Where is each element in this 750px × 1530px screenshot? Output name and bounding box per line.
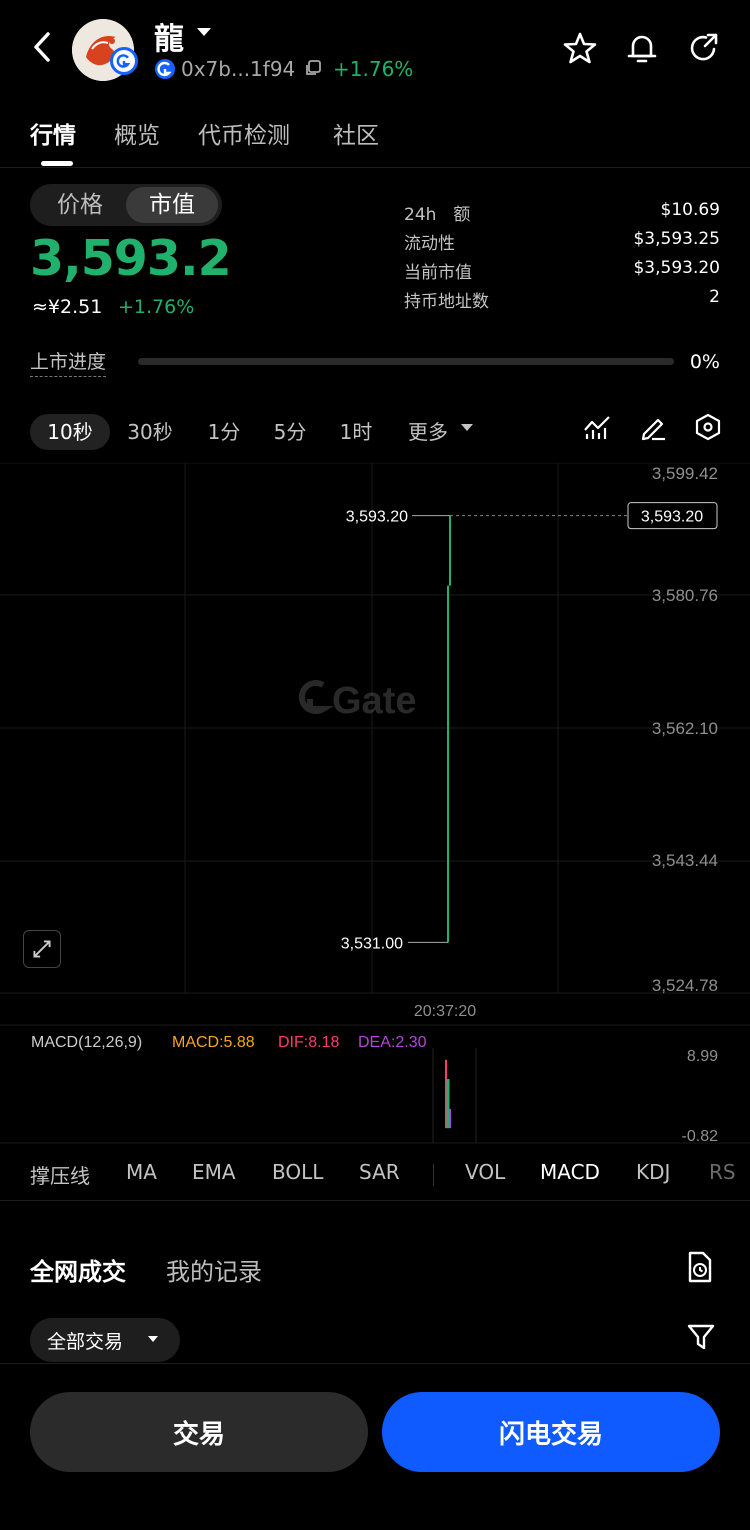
indicator-vol[interactable]: VOL [465, 1160, 505, 1184]
tab-overview[interactable]: 概览 [114, 116, 160, 150]
y-axis-tick-label: 3,543.44 [652, 851, 718, 870]
token-name[interactable]: 龍 [154, 14, 184, 58]
stat-value: $3,593.25 [633, 229, 720, 249]
indicator-kdj[interactable]: KDJ [636, 1160, 670, 1184]
gate-chain-badge-icon [110, 47, 138, 75]
current-price-value: 3,593.20 [641, 509, 703, 526]
listing-progress-value: 0% [689, 351, 720, 373]
macd-legend-label: MACD:5.88 [172, 1034, 255, 1051]
tab-market[interactable]: 行情 [30, 116, 76, 150]
flash-trade-button[interactable]: 闪电交易 [382, 1392, 720, 1472]
tab-active-indicator [41, 161, 73, 166]
back-icon[interactable] [28, 30, 58, 64]
watermark-text: Gate [332, 680, 416, 722]
market-cap-value: 3,593.2 [30, 230, 232, 287]
indicator-chart-icon[interactable] [582, 412, 612, 442]
interval-10s[interactable]: 10秒 [30, 414, 110, 450]
gate-watermark: Gate [298, 680, 416, 722]
interval-1m[interactable]: 1分 [196, 414, 252, 450]
stat-value: $10.69 [660, 200, 720, 220]
price-chart[interactable]: Gate 3,599.42 3,580.76 3,562.10 3,543.44 3,5… [0, 463, 750, 1163]
y-axis-tick-label: 3,562.10 [652, 719, 718, 738]
fullscreen-button[interactable] [23, 930, 61, 968]
listing-progress-bar [138, 358, 674, 365]
tab-token-check[interactable]: 代币检测 [198, 116, 290, 150]
indicator-ema[interactable]: EMA [192, 1160, 236, 1184]
settings-hexagon-icon[interactable] [693, 412, 723, 442]
stat-label: 持币地址数 [404, 292, 489, 312]
chevron-down-icon [148, 1336, 158, 1342]
high-price-label: 3,593.20 [346, 509, 408, 526]
history-document-icon[interactable] [684, 1250, 716, 1284]
change-percent: +1.76% [118, 296, 195, 318]
indicator-support-resistance[interactable]: 撑压线 [30, 1160, 90, 1189]
macd-axis-tick: -0.82 [682, 1128, 719, 1145]
stat-label: 流动性 [404, 234, 455, 254]
indicator-ma[interactable]: MA [126, 1160, 157, 1184]
macd-legend-label: DEA:2.30 [358, 1034, 427, 1051]
toggle-market-cap[interactable]: 市值 [126, 184, 218, 226]
macd-legend-label: MACD(12,26,9) [31, 1034, 142, 1051]
expand-icon [33, 940, 51, 958]
toggle-price[interactable]: 价格 [38, 184, 122, 226]
indicator-macd[interactable]: MACD [540, 1160, 600, 1184]
indicator-sar[interactable]: SAR [359, 1160, 400, 1184]
header-change: +1.76% [333, 57, 414, 81]
chevron-down-icon[interactable] [461, 424, 473, 431]
interval-5m[interactable]: 5分 [262, 414, 318, 450]
x-axis-time-label: 20:37:20 [414, 1003, 476, 1020]
trade-button[interactable]: 交易 [30, 1392, 368, 1472]
trade-filter-label: 全部交易 [47, 1331, 124, 1353]
divider [0, 167, 750, 168]
listing-progress-label[interactable]: 上市进度 [30, 347, 107, 377]
interval-more[interactable]: 更多 [396, 414, 460, 450]
divider [0, 1363, 750, 1364]
y-axis-tick-label: 3,524.78 [652, 976, 718, 995]
low-price-label: 3,531.00 [341, 935, 403, 952]
cny-value: ≈¥2.51 [32, 296, 103, 318]
bell-icon[interactable] [624, 30, 660, 66]
draw-pencil-icon[interactable] [638, 412, 668, 442]
filter-funnel-icon[interactable] [686, 1322, 716, 1352]
chevron-down-icon[interactable] [197, 28, 211, 36]
stat-label: 当前市值 [404, 263, 472, 283]
interval-1h[interactable]: 1时 [328, 414, 384, 450]
stat-value: $3,593.20 [633, 258, 720, 278]
copy-icon[interactable] [304, 59, 322, 77]
contract-address: 0x7b...1f94 [181, 57, 296, 81]
macd-axis-tick: 8.99 [687, 1048, 718, 1065]
macd-legend-label: DIF:8.18 [278, 1034, 339, 1051]
interval-30s[interactable]: 30秒 [116, 414, 184, 450]
tab-all-trades[interactable]: 全网成交 [30, 1252, 126, 1287]
star-icon[interactable] [562, 30, 598, 66]
indicator-rsi[interactable]: RS [709, 1160, 736, 1184]
indicator-boll[interactable]: BOLL [272, 1160, 323, 1184]
stat-value: 2 [709, 287, 720, 307]
y-axis-tick-label: 3,599.42 [652, 464, 718, 483]
indicator-divider [433, 1164, 434, 1186]
chain-icon [155, 59, 175, 79]
divider [0, 1200, 750, 1201]
stat-label: 24h 额 [404, 205, 471, 225]
share-icon[interactable] [686, 30, 722, 66]
tab-my-records[interactable]: 我的记录 [166, 1252, 262, 1287]
tab-community[interactable]: 社区 [333, 116, 379, 150]
y-axis-tick-label: 3,580.76 [652, 586, 718, 605]
